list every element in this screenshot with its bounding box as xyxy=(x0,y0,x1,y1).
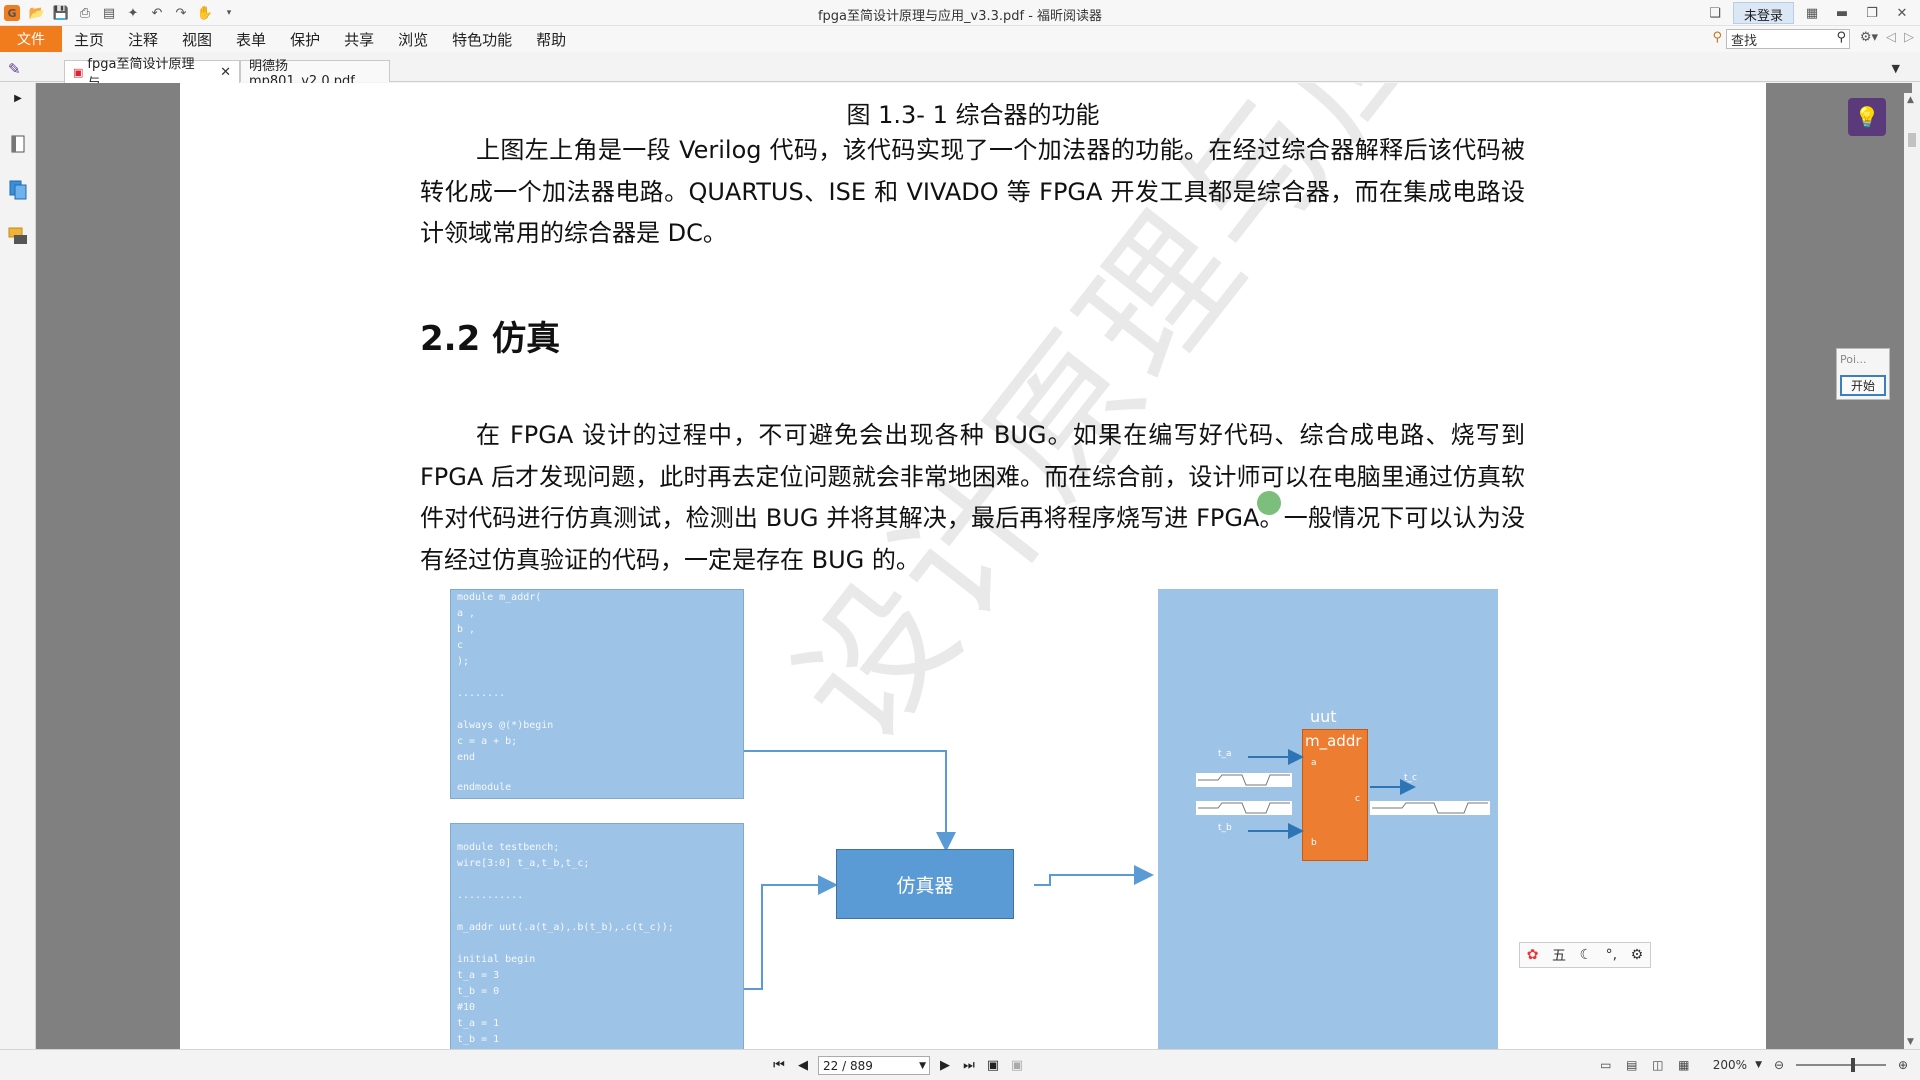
search-input[interactable]: 查找 ⚲ xyxy=(1726,29,1850,49)
minimize-icon[interactable]: ▬ xyxy=(1830,2,1854,24)
left-navigation-panel: ▶ xyxy=(0,83,36,1049)
paw-icon[interactable]: ✿ xyxy=(1527,947,1539,963)
last-page-icon[interactable]: ⏭ xyxy=(960,1057,978,1075)
login-button[interactable]: 未登录 xyxy=(1732,2,1794,24)
restore-icon[interactable]: ❐ xyxy=(1860,2,1884,24)
new-doc-icon[interactable]: ✦ xyxy=(122,3,144,23)
open-folder-icon[interactable]: 📂 xyxy=(26,3,48,23)
menu-browse[interactable]: 浏览 xyxy=(386,26,440,52)
window-controls: ❏ 未登录 ▦ ▬ ❐ ✕ xyxy=(1703,2,1914,24)
ime-mode[interactable]: 五 xyxy=(1552,945,1566,965)
zoom-slider[interactable] xyxy=(1796,1058,1886,1072)
waveform-graphics xyxy=(1196,749,1490,839)
status-bar: ⏮ ◀ 22 / 889 ▼ ▶ ⏭ ▣ ▣ ▭ ▤ ◫ ▦ 200% ▼ ⊖ … xyxy=(0,1049,1920,1080)
scrollbar-thumb[interactable] xyxy=(1908,133,1916,147)
tab-list-dropdown-icon[interactable]: ▼ xyxy=(1892,62,1900,75)
paragraph-synthesizer: 上图左上角是一段 Verilog 代码，该代码实现了一个加法器的功能。在经过综合… xyxy=(420,136,1525,247)
menu-protect[interactable]: 保护 xyxy=(278,26,332,52)
punctuation-icon[interactable]: °, xyxy=(1606,947,1617,963)
tab-bar: ✎ ▣ fpga至简设计原理与... ✕ 明德扬mp801_v2.0.pdf ▼ xyxy=(0,52,1920,91)
page-dropdown-icon[interactable]: ▼ xyxy=(919,1061,926,1071)
page-navigation: ⏮ ◀ 22 / 889 ▼ ▶ ⏭ ▣ ▣ xyxy=(770,1056,1026,1075)
facing-page-icon[interactable]: ◫ xyxy=(1649,1056,1667,1074)
save-icon[interactable]: 💾 xyxy=(50,3,72,23)
document-viewport[interactable]: 设计原理与应用 图 1.3- 1 综合器的功能 上图左上角是一段 Verilog… xyxy=(36,83,1912,1049)
ime-toolbar: ✿ 五 ☾ °, ⚙ xyxy=(1519,942,1651,968)
comments-icon[interactable] xyxy=(8,225,28,247)
poi-widget: Poi... 开始 xyxy=(1836,348,1890,400)
tab-mp801-doc[interactable]: 明德扬mp801_v2.0.pdf xyxy=(240,59,390,89)
continuous-page-icon[interactable]: ▤ xyxy=(1623,1056,1641,1074)
previous-view-icon[interactable]: ▣ xyxy=(984,1057,1002,1075)
skin-icon[interactable]: ❏ xyxy=(1703,2,1727,24)
next-page-icon[interactable]: ▶ xyxy=(936,1057,954,1075)
pdf-file-icon: ▣ xyxy=(73,65,84,79)
scroll-up-icon[interactable]: ▲ xyxy=(1907,95,1914,105)
quick-access-toolbar: G 📂 💾 ⎙ ▤ ✦ ↶ ↷ ✋ ▾ xyxy=(4,3,240,23)
menu-features[interactable]: 特色功能 xyxy=(440,26,524,52)
zoom-dropdown-icon[interactable]: ▼ xyxy=(1755,1060,1762,1070)
page-number-input[interactable]: 22 / 889 ▼ xyxy=(818,1056,930,1075)
expand-panel-icon[interactable]: ▶ xyxy=(8,87,28,109)
view-controls: ▭ ▤ ◫ ▦ 200% ▼ ⊖ ⊕ xyxy=(1597,1056,1912,1074)
close-icon[interactable]: ✕ xyxy=(1890,2,1914,24)
single-page-icon[interactable]: ▭ xyxy=(1597,1056,1615,1074)
section-title: 2.2 仿真 xyxy=(420,319,561,359)
menu-home[interactable]: 主页 xyxy=(62,26,116,52)
poi-label: Poi... xyxy=(1840,353,1867,366)
lightbulb-tips-icon[interactable]: 💡 xyxy=(1848,98,1886,136)
cursor-highlight xyxy=(1257,491,1281,515)
menu-bar: 文件 主页 注释 视图 表单 保护 共享 浏览 特色功能 帮助 ⚲ 查找 ⚲ ⚙… xyxy=(0,26,1920,52)
menu-help[interactable]: 帮助 xyxy=(524,26,578,52)
redo-icon[interactable]: ↷ xyxy=(170,3,192,23)
vertical-scrollbar[interactable]: ▲ ▼ xyxy=(1904,93,1920,1049)
scroll-down-icon[interactable]: ▼ xyxy=(1907,1037,1914,1047)
page-number: 22 / 889 xyxy=(823,1058,873,1073)
customize-dropdown-icon[interactable]: ▾ xyxy=(218,3,240,23)
zoom-in-icon[interactable]: ⊕ xyxy=(1894,1056,1912,1074)
menu-comment[interactable]: 注释 xyxy=(116,26,170,52)
figure-caption: 图 1.3- 1 综合器的功能 xyxy=(846,101,1100,129)
menu-form[interactable]: 表单 xyxy=(224,26,278,52)
zoom-out-icon[interactable]: ⊖ xyxy=(1770,1056,1788,1074)
undo-icon[interactable]: ↶ xyxy=(146,3,168,23)
menu-share[interactable]: 共享 xyxy=(332,26,386,52)
hand-tool-icon[interactable]: ✋ xyxy=(194,3,216,23)
layout-grid-icon[interactable]: ▦ xyxy=(1800,2,1824,24)
previous-page-icon[interactable]: ◀ xyxy=(794,1057,812,1075)
paragraph-simulation: 在 FPGA 设计的过程中，不可避免会出现各种 BUG。如果在编写好代码、综合成… xyxy=(420,421,1525,574)
zoom-level[interactable]: 200% xyxy=(1713,1058,1747,1072)
pdf-page: 设计原理与应用 图 1.3- 1 综合器的功能 上图左上角是一段 Verilog… xyxy=(180,83,1766,1049)
edit-doc-icon[interactable]: ✎ xyxy=(8,60,26,78)
moon-icon[interactable]: ☾ xyxy=(1580,947,1593,963)
simulator-box: 仿真器 xyxy=(836,849,1014,919)
zoom-slider-thumb[interactable] xyxy=(1851,1058,1855,1072)
back-arrow-icon[interactable]: ◁ xyxy=(1886,30,1896,45)
next-view-icon[interactable]: ▣ xyxy=(1008,1057,1026,1075)
tab-close-icon[interactable]: ✕ xyxy=(220,65,231,80)
continuous-facing-icon[interactable]: ▦ xyxy=(1675,1056,1693,1074)
window-title: fpga至简设计原理与应用_v3.3.pdf - 福昕阅读器 xyxy=(817,9,1103,24)
ime-settings-icon[interactable]: ⚙ xyxy=(1631,947,1644,963)
bookmark-icon[interactable] xyxy=(8,133,28,155)
forward-arrow-icon[interactable]: ▷ xyxy=(1904,30,1914,45)
find-tool-icon[interactable]: ⚲ xyxy=(1712,30,1722,45)
first-page-icon[interactable]: ⏮ xyxy=(770,1057,788,1075)
scan-icon[interactable]: ▤ xyxy=(98,3,120,23)
pages-thumbnail-icon[interactable] xyxy=(8,179,28,201)
search-placeholder: 查找 xyxy=(1731,33,1758,49)
menu-file[interactable]: 文件 xyxy=(0,26,62,52)
waveform-panel: uut m_addr a c b t_a t_b t_c xyxy=(1158,589,1498,1049)
print-icon[interactable]: ⎙ xyxy=(74,3,96,23)
app-logo-icon[interactable]: G xyxy=(4,5,20,21)
search-icon[interactable]: ⚲ xyxy=(1836,30,1846,45)
settings-icon[interactable]: ⚙▾ xyxy=(1860,30,1878,45)
title-bar: G 📂 💾 ⎙ ▤ ✦ ↶ ↷ ✋ ▾ fpga至简设计原理与应用_v3.3.p… xyxy=(0,0,1920,26)
start-button[interactable]: 开始 xyxy=(1840,375,1886,396)
tab-fpga-doc[interactable]: ▣ fpga至简设计原理与... ✕ xyxy=(64,57,240,91)
menu-view[interactable]: 视图 xyxy=(170,26,224,52)
menu-right-icons: ⚙▾ ◁ ▷ xyxy=(1860,30,1914,45)
